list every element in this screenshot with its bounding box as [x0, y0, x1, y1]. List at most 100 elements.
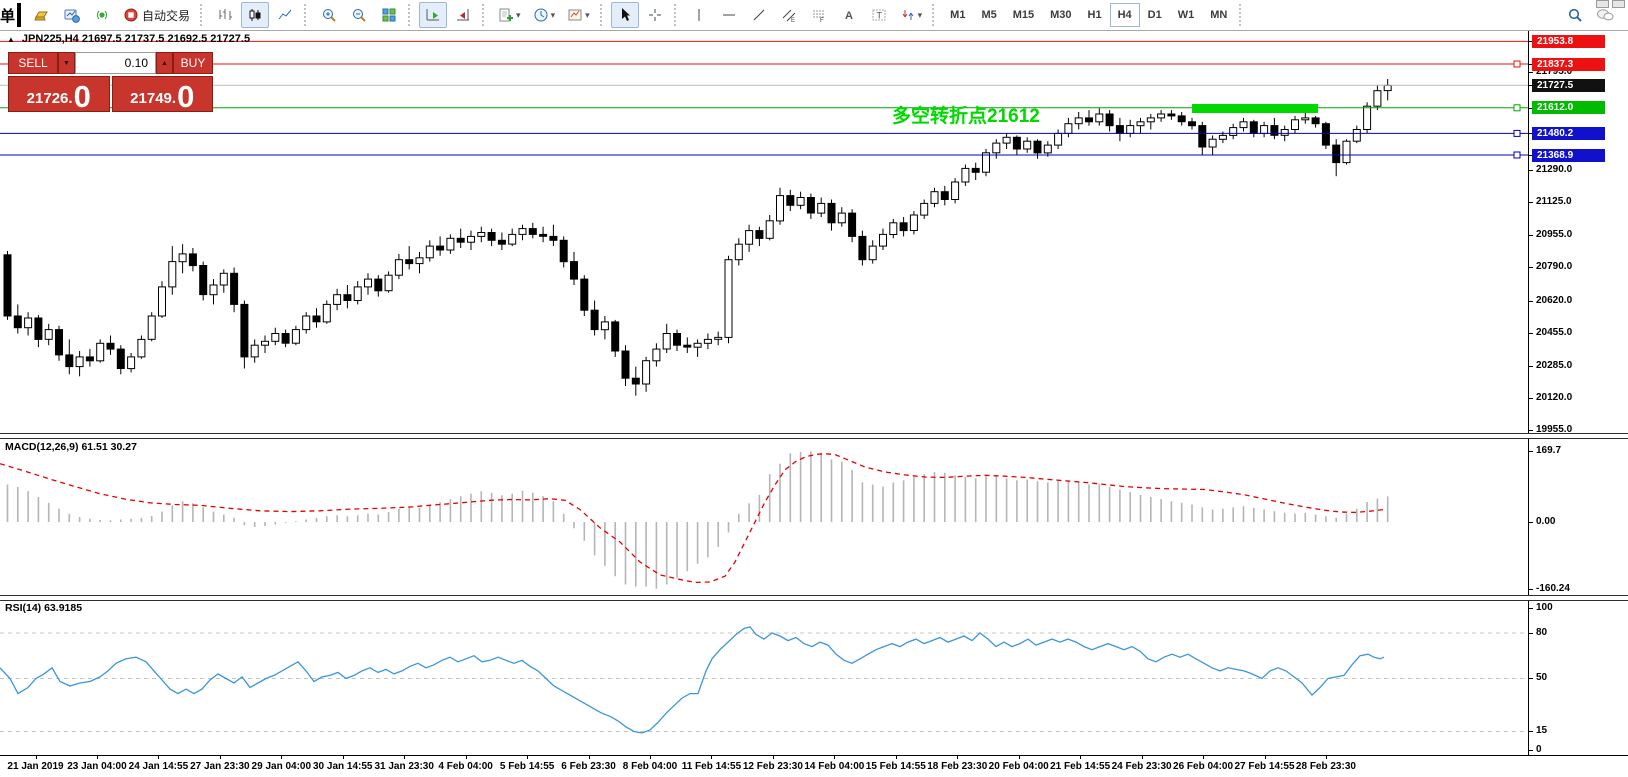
time-tick	[1080, 756, 1081, 759]
sell-button[interactable]: SELL	[8, 52, 58, 74]
candlesticks	[4, 79, 1391, 396]
price-level-badge: 21480.2	[1532, 127, 1605, 140]
timeframe-button-mn[interactable]: MN	[1202, 3, 1235, 27]
auto-scroll-button[interactable]	[419, 2, 447, 28]
time-label: 31 Jan 23:30	[374, 761, 434, 772]
crosshair-icon	[647, 7, 663, 23]
signals-button[interactable]	[88, 2, 116, 28]
trendline-tool-button[interactable]	[745, 2, 773, 28]
axis-tick	[1529, 451, 1533, 452]
zoom-out-button[interactable]	[345, 2, 373, 28]
toolbar-separator	[674, 4, 680, 26]
time-tick	[589, 756, 590, 759]
axis-tick	[1529, 366, 1533, 367]
toolbar-separator	[600, 4, 606, 26]
macd-axis-label: -160.24	[1536, 583, 1570, 595]
toolbar: 单 自动交易 ▾ ▾	[0, 0, 1628, 31]
buy-price[interactable]: 21749. 0	[112, 76, 214, 112]
volume-increase-button[interactable]: ▲	[156, 52, 173, 74]
chart-canvas[interactable]	[0, 0, 1628, 776]
timeframe-button-w1[interactable]: W1	[1170, 3, 1203, 27]
axis-tick	[1529, 678, 1533, 679]
green-zone-rectangle	[1192, 104, 1318, 113]
collapse-arrow-icon[interactable]: ▲	[7, 35, 15, 44]
time-label: 21 Jan 2019	[7, 761, 63, 772]
channel-tool-button[interactable]: E	[775, 2, 803, 28]
chart-shift-button[interactable]	[449, 2, 477, 28]
line-chart-button[interactable]	[271, 2, 299, 28]
indicators-button[interactable]: ▾	[493, 2, 526, 28]
axis-tick	[1529, 750, 1533, 751]
vertical-line-tool-button[interactable]	[685, 2, 713, 28]
svg-text:E: E	[791, 18, 795, 23]
axis-tick	[1529, 267, 1533, 268]
chart-shift-icon	[455, 7, 471, 23]
timeframe-button-h1[interactable]: H1	[1080, 3, 1110, 27]
bar-chart-button[interactable]	[211, 2, 239, 28]
time-tick	[1019, 756, 1020, 759]
market-watch-button[interactable]	[58, 2, 86, 28]
timeframe-button-d1[interactable]: D1	[1140, 3, 1170, 27]
crosshair-tool-button[interactable]	[641, 2, 669, 28]
window-control[interactable]	[1596, 0, 1609, 8]
chevron-down-icon: ▾	[551, 10, 556, 21]
time-label: 20 Feb 04:00	[989, 761, 1049, 772]
templates-button[interactable]: ▾	[562, 2, 595, 28]
time-label: 4 Feb 04:00	[438, 761, 492, 772]
rsi-axis-label: 100	[1536, 602, 1553, 614]
periods-button[interactable]: ▾	[528, 2, 561, 28]
axis-tick	[1529, 731, 1533, 732]
time-tick	[466, 756, 467, 759]
buy-button[interactable]: BUY	[173, 52, 213, 74]
chevron-down-icon: ▾	[585, 10, 590, 21]
macd-signal-line	[0, 454, 1384, 583]
text-tool-button[interactable]: A	[835, 2, 863, 28]
time-label: 11 Feb 14:55	[682, 761, 741, 772]
tile-windows-button[interactable]	[375, 2, 403, 28]
toolbar-separator	[200, 4, 206, 26]
rsi-axis-label: 50	[1536, 672, 1547, 684]
time-label: 12 Feb 23:30	[743, 761, 803, 772]
timeframe-button-m5[interactable]: M5	[973, 3, 1004, 27]
axis-tick	[1529, 589, 1533, 590]
buy-price-big-digit: 0	[177, 82, 194, 111]
volume-decrease-button[interactable]: ▼	[58, 52, 75, 74]
horizontal-line-tool-button[interactable]	[715, 2, 743, 28]
fibonacci-tool-button[interactable]: F	[805, 2, 833, 28]
panel-splitter[interactable]	[0, 433, 1628, 439]
toolbar-separator	[304, 4, 310, 26]
rsi-line	[0, 627, 1384, 733]
arrows-tool-button[interactable]: ▾	[895, 2, 928, 28]
timeframe-button-m30[interactable]: M30	[1042, 3, 1079, 27]
volume-input[interactable]: 0.10	[75, 52, 156, 74]
axis-tick	[1529, 333, 1533, 334]
zoom-in-icon	[321, 7, 337, 23]
time-axis[interactable]: 21 Jan 201923 Jan 04:0024 Jan 14:5527 Ja…	[0, 755, 1628, 777]
toolbar-separator	[482, 4, 488, 26]
candlestick-chart-button[interactable]	[241, 2, 269, 28]
price-axis[interactable]: 21795.021290.021125.020955.020790.020620…	[1528, 30, 1628, 755]
timeframe-button-h4[interactable]: H4	[1110, 3, 1140, 27]
axis-tick	[1529, 608, 1533, 609]
sell-price[interactable]: 21726. 0	[8, 76, 110, 112]
autotrading-button[interactable]: 自动交易	[118, 2, 195, 28]
chart-title: ▲ JPN225,H4 21697.5 21737.5 21692.5 2172…	[7, 33, 250, 45]
symbol-ohlc-text: JPN225,H4 21697.5 21737.5 21692.5 21727.…	[22, 33, 250, 45]
timeframe-button-m15[interactable]: M15	[1005, 3, 1042, 27]
auto-scroll-icon	[425, 7, 441, 23]
time-tick	[343, 756, 344, 759]
zoom-in-button[interactable]	[315, 2, 343, 28]
panel-splitter[interactable]	[0, 595, 1628, 601]
cursor-tool-button[interactable]	[611, 2, 639, 28]
axis-tick	[1529, 430, 1533, 431]
time-label: 6 Feb 23:30	[561, 761, 615, 772]
macd-label: MACD(12,26,9) 61.51 30.27	[5, 441, 137, 453]
svg-text:A: A	[845, 10, 853, 22]
label-tool-button[interactable]: T	[865, 2, 893, 28]
timeframe-button-m1[interactable]: M1	[942, 3, 973, 27]
new-order-button[interactable]	[28, 2, 56, 28]
time-tick	[158, 756, 159, 759]
window-control[interactable]	[1612, 0, 1625, 8]
search-button[interactable]	[1561, 2, 1589, 28]
svg-text:F: F	[820, 18, 824, 23]
